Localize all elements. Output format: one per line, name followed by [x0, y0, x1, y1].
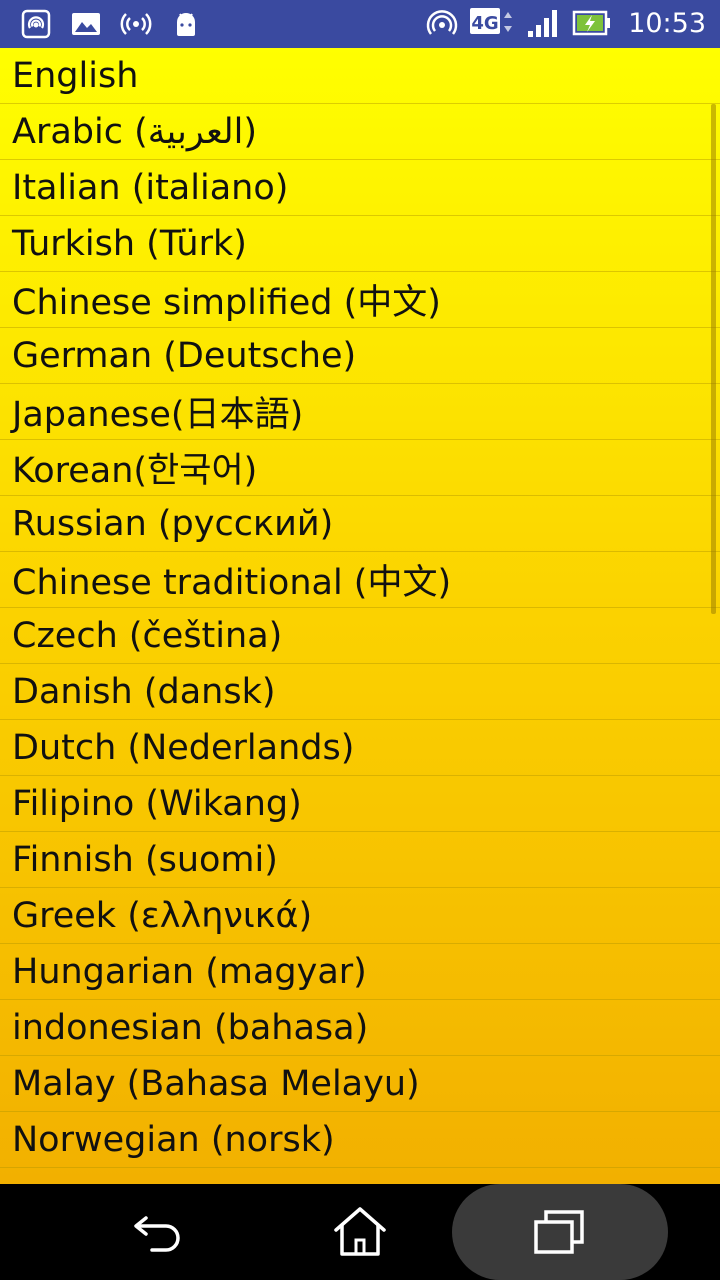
network-type-label: 4G [472, 13, 499, 34]
network-4g-icon: 4G [470, 8, 513, 34]
language-item-italian[interactable]: Italian (italiano) [0, 160, 720, 216]
language-item-english[interactable]: English [0, 48, 720, 104]
recent-apps-icon [534, 1210, 584, 1254]
language-item-russian[interactable]: Russian (русский) [0, 496, 720, 552]
language-item-korean[interactable]: Korean(한국어) [0, 440, 720, 496]
language-item-dutch[interactable]: Dutch (Nederlands) [0, 720, 720, 776]
language-item-arabic[interactable]: Arabic (العربية) [0, 104, 720, 160]
hotspot-icon [426, 10, 458, 35]
language-item-filipino[interactable]: Filipino (Wikang) [0, 776, 720, 832]
battery-charging-icon [572, 10, 611, 36]
status-right-icons: 4G 10:53 [426, 6, 706, 40]
clock: 10:53 [628, 7, 706, 39]
language-item-chinese-traditional[interactable]: Chinese traditional (中文) [0, 552, 720, 608]
back-icon [134, 1216, 180, 1252]
language-item-indonesian[interactable]: indonesian (bahasa) [0, 1000, 720, 1056]
language-item-finnish[interactable]: Finnish (suomi) [0, 832, 720, 888]
language-item-greek[interactable]: Greek (ελληνικά) [0, 888, 720, 944]
language-item-norwegian[interactable]: Norwegian (norsk) [0, 1112, 720, 1168]
scrollbar[interactable] [711, 104, 716, 614]
language-item-danish[interactable]: Danish (dansk) [0, 664, 720, 720]
language-item-german[interactable]: German (Deutsche) [0, 328, 720, 384]
status-bar: 4G 10:53 [0, 0, 720, 48]
broadcast-icon [120, 13, 152, 35]
home-button[interactable] [300, 1184, 420, 1280]
hotspot-icon [21, 9, 51, 39]
android-icon [177, 13, 195, 36]
language-list[interactable]: English Arabic (العربية) Italian (italia… [0, 48, 720, 1184]
back-button[interactable] [100, 1184, 220, 1280]
language-item-chinese-simplified[interactable]: Chinese simplified (中文) [0, 272, 720, 328]
signal-icon [528, 10, 558, 37]
language-item-malay[interactable]: Malay (Bahasa Melayu) [0, 1056, 720, 1112]
language-item-japanese[interactable]: Japanese(日本語) [0, 384, 720, 440]
status-left-icons [20, 8, 202, 40]
gallery-icon [72, 13, 100, 35]
language-item-turkish[interactable]: Turkish (Türk) [0, 216, 720, 272]
navigation-bar [0, 1184, 720, 1280]
language-item-hungarian[interactable]: Hungarian (magyar) [0, 944, 720, 1000]
language-item-czech[interactable]: Czech (čeština) [0, 608, 720, 664]
home-icon [334, 1207, 386, 1256]
recent-apps-button[interactable] [452, 1184, 668, 1280]
